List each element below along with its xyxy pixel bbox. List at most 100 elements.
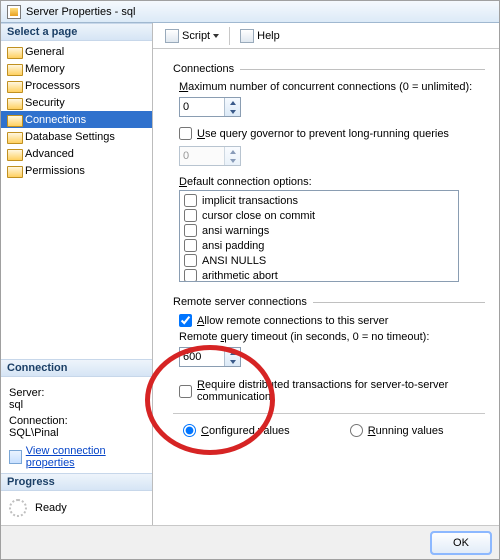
- page-icon: [7, 148, 21, 160]
- spinner-buttons[interactable]: [224, 348, 240, 366]
- opt-label: arithmetic abort: [202, 270, 278, 282]
- default-opts-label: Default connection options:: [179, 176, 485, 188]
- help-icon: [240, 29, 254, 43]
- sidebar-item-label: General: [25, 46, 64, 58]
- sidebar-item-label: Security: [25, 97, 65, 109]
- opt-checkbox[interactable]: [184, 239, 197, 252]
- progress-head: Progress: [1, 473, 152, 491]
- view-connection-properties-link[interactable]: View connection properties: [9, 445, 144, 469]
- link-label: View connection properties: [26, 445, 144, 469]
- window-title: Server Properties - sql: [26, 6, 135, 18]
- properties-icon: [9, 450, 22, 464]
- opt-label: implicit transactions: [202, 195, 298, 207]
- toolbar: Script Help: [153, 23, 499, 49]
- governor-input[interactable]: [180, 147, 224, 165]
- sidebar-item-database-settings[interactable]: Database Settings: [1, 128, 152, 145]
- ok-button[interactable]: OK: [431, 532, 491, 554]
- left-panel: Select a page General Memory Processors …: [1, 23, 153, 525]
- page-nav: General Memory Processors Security Conne…: [1, 41, 152, 187]
- spinner-buttons[interactable]: [224, 98, 240, 116]
- page-icon: [7, 131, 21, 143]
- sidebar-item-label: Memory: [25, 63, 65, 75]
- radio-label: Running values: [368, 425, 444, 437]
- select-page-head: Select a page: [1, 23, 152, 41]
- script-label: Script: [182, 30, 210, 42]
- page-icon: [7, 165, 21, 177]
- allow-remote-label: Allow remote connections to this server: [197, 315, 388, 327]
- sidebar-item-processors[interactable]: Processors: [1, 77, 152, 94]
- use-query-governor-checkbox[interactable]: [179, 127, 192, 140]
- values-mode-radio-group: Configured values Running values: [183, 424, 485, 437]
- remote-timeout-label: Remote query timeout (in seconds, 0 = no…: [179, 331, 485, 343]
- script-button[interactable]: Script: [161, 27, 223, 45]
- titlebar: Server Properties - sql: [1, 1, 499, 23]
- help-button[interactable]: Help: [236, 27, 284, 45]
- divider: [173, 413, 485, 414]
- script-icon: [165, 29, 179, 43]
- use-query-governor-label: Use query governor to prevent long-runni…: [197, 128, 449, 140]
- opt-checkbox[interactable]: [184, 224, 197, 237]
- server-value: sql: [9, 399, 144, 411]
- toolbar-divider: [229, 27, 230, 45]
- arrow-up-icon: [230, 150, 236, 154]
- page-icon: [7, 63, 21, 75]
- page-icon: [7, 46, 21, 58]
- progress-state: Ready: [35, 502, 67, 514]
- connection-value: SQL\Pinal: [9, 427, 144, 439]
- connection-info: Server: sql Connection: SQL\Pinal View c…: [1, 377, 152, 473]
- sidebar-item-label: Advanced: [25, 148, 74, 160]
- progress-spinner-icon: [9, 499, 27, 517]
- server-label: Server:: [9, 387, 144, 399]
- require-dist-label: Require distributed transactions for ser…: [197, 379, 485, 403]
- content-area: Connections Maximum number of concurrent…: [153, 49, 499, 525]
- opt-label: ansi padding: [202, 240, 264, 252]
- sidebar-item-advanced[interactable]: Advanced: [1, 145, 152, 162]
- connections-group: Connections: [173, 63, 485, 75]
- default-options-list[interactable]: implicit transactions cursor close on co…: [179, 190, 459, 282]
- server-properties-window: Server Properties - sql Select a page Ge…: [0, 0, 500, 560]
- opt-checkbox[interactable]: [184, 254, 197, 267]
- sidebar-item-label: Connections: [25, 114, 86, 126]
- page-icon: [7, 97, 21, 109]
- opt-checkbox[interactable]: [184, 209, 197, 222]
- opt-label: cursor close on commit: [202, 210, 315, 222]
- governor-spinner[interactable]: [179, 146, 241, 166]
- connection-head: Connection: [1, 359, 152, 377]
- remote-group: Remote server connections: [173, 296, 485, 308]
- opt-label: ANSI NULLS: [202, 255, 266, 267]
- dialog-footer: OK: [1, 525, 499, 559]
- page-icon: [7, 114, 21, 126]
- sidebar-item-label: Permissions: [25, 165, 85, 177]
- spinner-buttons[interactable]: [224, 147, 240, 165]
- max-conn-label: Maximum number of concurrent connections…: [179, 81, 485, 93]
- configured-values-radio[interactable]: Configured values: [183, 424, 290, 437]
- chevron-down-icon: [213, 34, 219, 38]
- allow-remote-checkbox[interactable]: [179, 314, 192, 327]
- remote-timeout-input[interactable]: [180, 348, 224, 366]
- radio-label: Configured values: [201, 425, 290, 437]
- sidebar-item-general[interactable]: General: [1, 43, 152, 60]
- sidebar-item-label: Processors: [25, 80, 80, 92]
- opt-label: ansi warnings: [202, 225, 269, 237]
- opt-checkbox[interactable]: [184, 269, 197, 282]
- page-icon: [7, 80, 21, 92]
- opt-checkbox[interactable]: [184, 194, 197, 207]
- connection-label: Connection:: [9, 415, 144, 427]
- sidebar-item-security[interactable]: Security: [1, 94, 152, 111]
- group-label: Connections: [173, 63, 234, 75]
- arrow-down-icon: [230, 110, 236, 114]
- arrow-down-icon: [230, 159, 236, 163]
- max-conn-spinner[interactable]: [179, 97, 241, 117]
- group-label: Remote server connections: [173, 296, 307, 308]
- running-values-radio[interactable]: Running values: [350, 424, 444, 437]
- help-label: Help: [257, 30, 280, 42]
- main-panel: Script Help Connections Maximum number o…: [153, 23, 499, 525]
- sidebar-item-permissions[interactable]: Permissions: [1, 162, 152, 179]
- sidebar-item-label: Database Settings: [25, 131, 115, 143]
- arrow-up-icon: [230, 101, 236, 105]
- remote-timeout-spinner[interactable]: [179, 347, 241, 367]
- sidebar-item-connections[interactable]: Connections: [1, 111, 152, 128]
- require-dist-checkbox[interactable]: [179, 385, 192, 398]
- max-conn-input[interactable]: [180, 98, 224, 116]
- sidebar-item-memory[interactable]: Memory: [1, 60, 152, 77]
